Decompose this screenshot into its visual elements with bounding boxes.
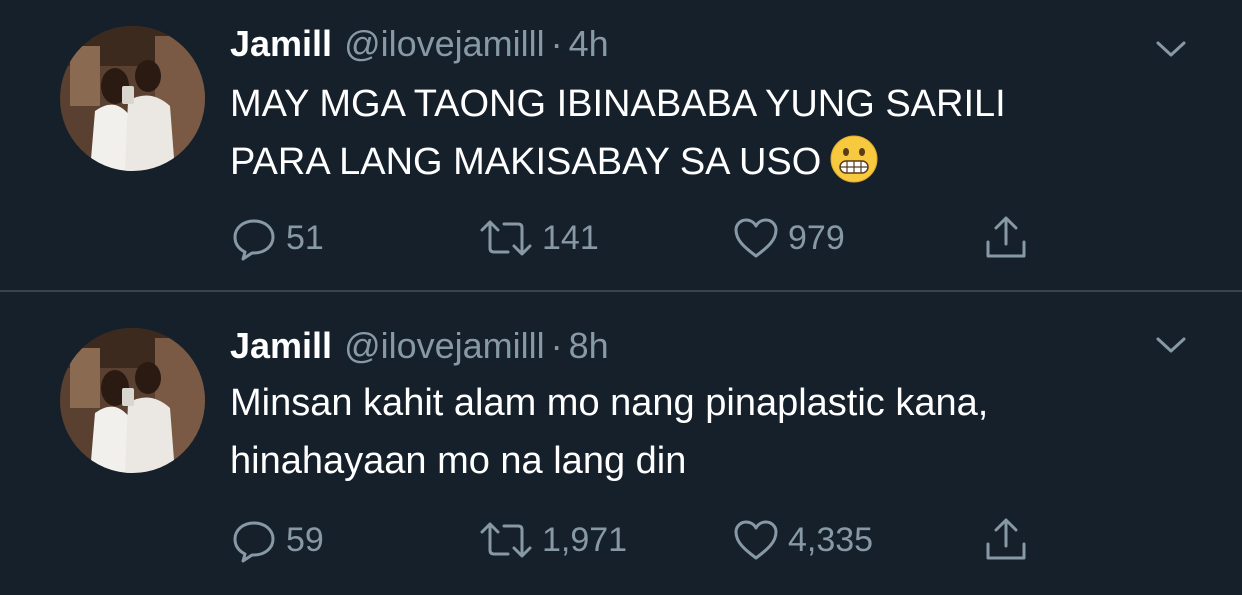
share-button[interactable]	[982, 213, 1030, 263]
tweet-header: Jamill @ilovejamilll · 4h	[230, 22, 609, 66]
heart-icon	[732, 516, 780, 564]
separator-dot: ·	[550, 325, 563, 366]
reply-button[interactable]: 59	[230, 515, 324, 565]
separator-dot: ·	[550, 23, 563, 64]
share-upload-icon	[982, 214, 1030, 262]
tweet-text: MAY MGA TAONG IBINABABA YUNG SARILI PARA…	[230, 75, 1190, 191]
tweet[interactable]: Jamill @ilovejamilll · 4h MAY MGA TAONG IBI…	[0, 0, 1242, 292]
like-button[interactable]: 4,335	[732, 515, 873, 565]
retweet-button[interactable]: 1,971	[478, 515, 627, 565]
chevron-down-icon[interactable]	[1154, 328, 1188, 362]
heart-icon	[732, 214, 780, 262]
author-name[interactable]: Jamill	[230, 325, 332, 366]
share-button[interactable]	[982, 515, 1030, 565]
like-button[interactable]: 979	[732, 213, 845, 263]
tweet-actions: 51 141 979	[230, 213, 1050, 263]
author-handle[interactable]: @ilovejamilll	[344, 23, 545, 64]
tweet[interactable]: Jamill @ilovejamilll · 8h Minsan kahit alam…	[0, 294, 1242, 595]
retweet-arrows-icon	[478, 214, 534, 262]
tweet-time[interactable]: 4h	[569, 23, 609, 64]
reply-count: 59	[286, 520, 324, 559]
retweet-count: 141	[542, 218, 599, 257]
speech-bubble-icon	[230, 214, 278, 262]
tweet-time[interactable]: 8h	[569, 325, 609, 366]
retweet-button[interactable]: 141	[478, 213, 599, 263]
avatar[interactable]	[60, 26, 205, 171]
tweet-header: Jamill @ilovejamilll · 8h	[230, 324, 609, 368]
tweet-actions: 59 1,971 4,335	[230, 515, 1050, 565]
avatar[interactable]	[60, 328, 205, 473]
author-name[interactable]: Jamill	[230, 23, 332, 64]
retweet-count: 1,971	[542, 520, 628, 559]
reply-button[interactable]: 51	[230, 213, 324, 263]
tweet-text-content: Minsan kahit alam mo nang pinaplastic ka…	[230, 382, 989, 482]
tweet-text: Minsan kahit alam mo nang pinaplastic ka…	[230, 374, 1190, 490]
tweet-text-content: MAY MGA TAONG IBINABABA YUNG SARILI PARA…	[230, 83, 1006, 183]
reply-count: 51	[286, 218, 324, 257]
author-handle[interactable]: @ilovejamilll	[344, 325, 545, 366]
like-count: 979	[788, 218, 845, 257]
grimacing-face-emoji	[829, 134, 879, 184]
retweet-arrows-icon	[478, 516, 534, 564]
share-upload-icon	[982, 516, 1030, 564]
speech-bubble-icon	[230, 516, 278, 564]
like-count: 4,335	[788, 520, 874, 559]
chevron-down-icon[interactable]	[1154, 32, 1188, 66]
